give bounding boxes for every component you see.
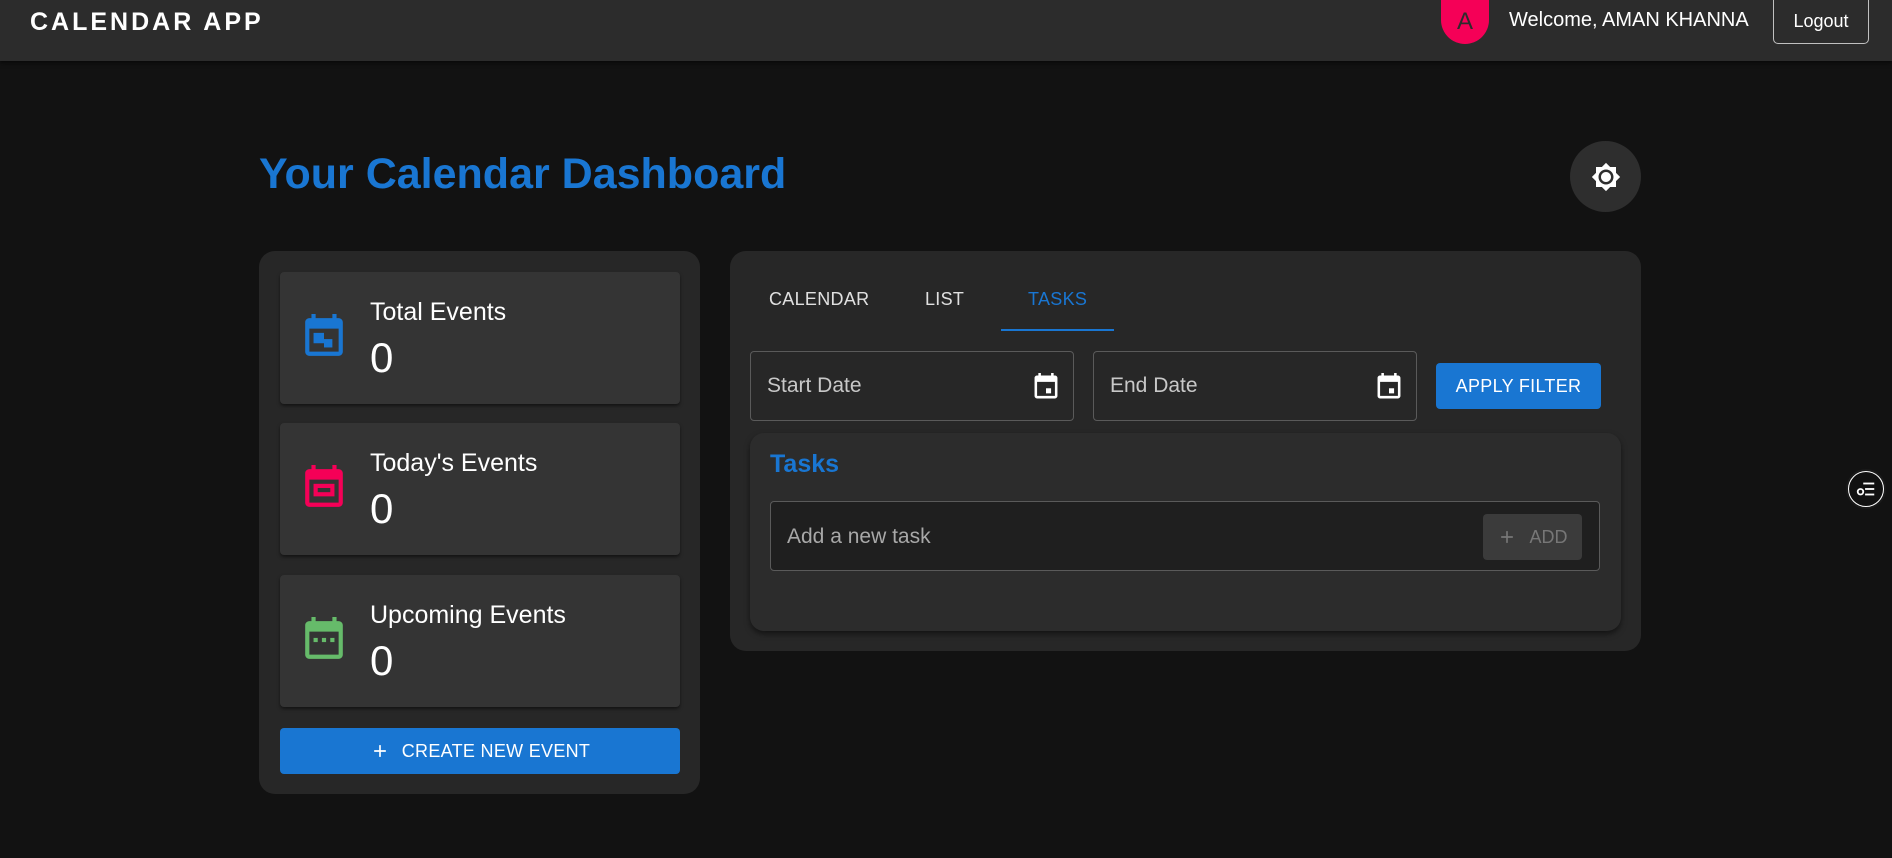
tab-tasks[interactable]: TASKS <box>1028 289 1087 310</box>
app-bar: CALENDAR APP A Welcome, AMAN KHANNA Logo… <box>0 0 1892 61</box>
theme-toggle-button[interactable] <box>1570 141 1641 212</box>
stat-card-upcoming-events: Upcoming Events 0 <box>280 575 680 707</box>
tab-calendar[interactable]: CALENDAR <box>769 289 869 310</box>
stat-card-todays-events: Today's Events 0 <box>280 423 680 555</box>
start-date-placeholder: Start Date <box>767 374 862 397</box>
calendar-today-icon <box>305 314 343 356</box>
stat-label: Upcoming Events <box>370 601 566 629</box>
calendar-icon[interactable] <box>1376 373 1402 401</box>
calendar-icon[interactable] <box>1033 373 1059 401</box>
add-task-button[interactable]: ADD <box>1483 514 1582 560</box>
plus-icon <box>373 745 386 757</box>
stat-card-total-events: Total Events 0 <box>280 272 680 404</box>
end-date-placeholder: End Date <box>1110 374 1198 397</box>
welcome-text: Welcome, AMAN KHANNA <box>1509 9 1749 31</box>
stat-value: 0 <box>370 637 394 684</box>
stat-value: 0 <box>370 485 394 532</box>
tab-list[interactable]: LIST <box>925 289 964 310</box>
create-new-event-label: CREATE NEW EVENT <box>401 740 591 761</box>
user-avatar[interactable]: A <box>1441 0 1489 44</box>
apply-filter-button[interactable]: APPLY FILTER <box>1436 363 1601 409</box>
start-date-field[interactable]: Start Date <box>750 351 1074 421</box>
stats-panel: Total Events 0 Today's Events 0 Upcoming… <box>259 251 700 794</box>
filter-list-icon <box>1856 482 1875 496</box>
tasks-card: Tasks Add a new task ADD <box>750 433 1621 631</box>
tasks-title: Tasks <box>770 450 840 478</box>
accessibility-widget-button[interactable] <box>1846 469 1886 509</box>
new-task-placeholder: Add a new task <box>787 525 931 548</box>
new-task-input[interactable]: Add a new task ADD <box>770 501 1600 571</box>
create-new-event-button[interactable]: CREATE NEW EVENT <box>280 728 680 774</box>
plus-icon <box>1501 531 1514 543</box>
logout-button[interactable]: Logout <box>1773 0 1869 44</box>
page-title: Your Calendar Dashboard <box>259 150 787 198</box>
stat-label: Today's Events <box>370 449 538 477</box>
end-date-field[interactable]: End Date <box>1093 351 1417 421</box>
brightness-icon <box>1591 162 1620 191</box>
stat-value: 0 <box>370 334 394 381</box>
app-brand: CALENDAR APP <box>30 8 264 36</box>
event-icon <box>305 465 343 507</box>
main-panel: CALENDAR LIST TASKS Start Date End Date … <box>730 251 1641 651</box>
date-range-icon <box>305 617 343 659</box>
stat-label: Total Events <box>370 298 507 326</box>
add-task-label: ADD <box>1529 526 1568 547</box>
tab-indicator <box>1001 329 1114 331</box>
